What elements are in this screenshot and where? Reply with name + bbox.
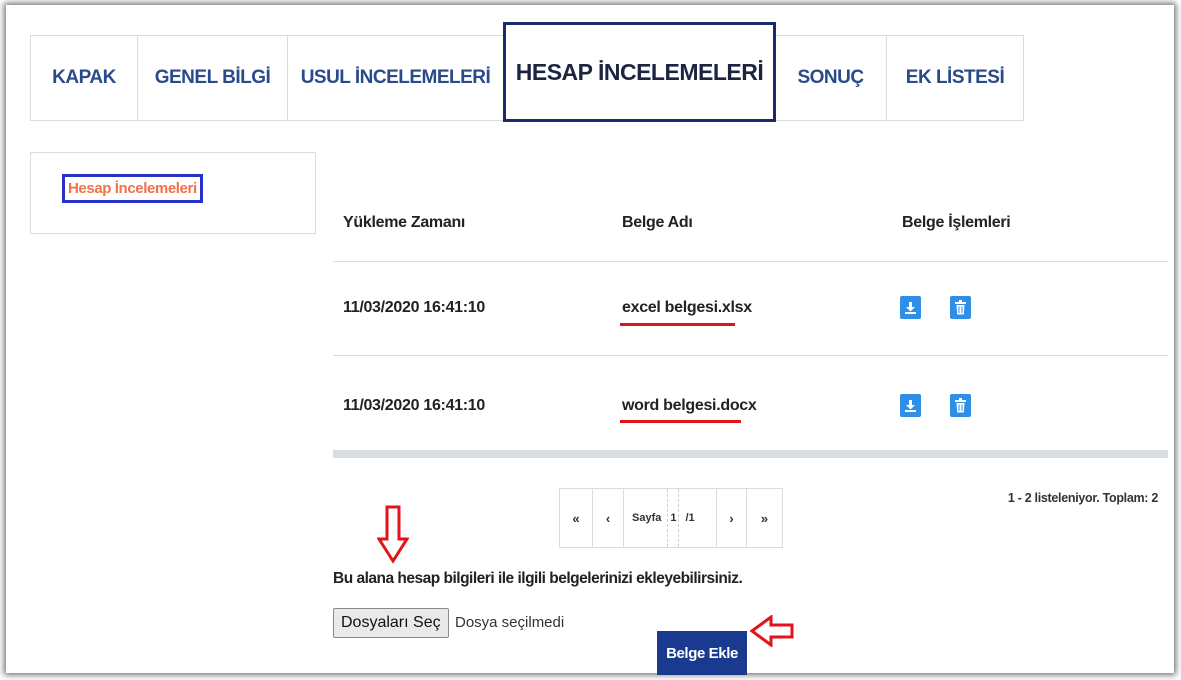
download-icon — [905, 399, 916, 412]
red-underline-annotation — [620, 420, 741, 423]
tab-ek-listesi[interactable]: EK LİSTESİ — [887, 36, 1023, 120]
next-page-button[interactable]: › — [717, 489, 747, 547]
column-header-document-name: Belge Adı — [622, 214, 693, 231]
sidebar: Hesap İncelemeleri — [30, 152, 316, 234]
total-pages: /1 — [685, 512, 695, 524]
prev-page-button[interactable]: ‹ — [593, 489, 624, 547]
table-divider — [333, 355, 1168, 356]
delete-button[interactable] — [950, 394, 971, 417]
page-label: Sayfa — [632, 512, 662, 524]
sidebar-item-hesap-incelemeleri[interactable]: Hesap İncelemeleri — [62, 174, 203, 203]
tab-bar: KAPAK GENEL BİLGİ USUL İNCELEMELERİ HESA… — [30, 22, 1024, 122]
red-arrow-down-icon — [377, 505, 409, 564]
red-underline-annotation — [620, 323, 735, 326]
table-divider — [333, 261, 1168, 262]
download-icon — [905, 301, 916, 314]
column-header-document-actions: Belge İşlemleri — [902, 214, 1011, 231]
add-document-button[interactable]: Belge Ekle — [657, 631, 747, 675]
trash-icon — [955, 300, 966, 315]
tab-sonuc[interactable]: SONUÇ — [775, 36, 887, 120]
current-page-input[interactable]: 1 — [667, 489, 680, 547]
listing-summary: 1 - 2 listeleniyor. Toplam: 2 — [1007, 491, 1158, 505]
download-button[interactable] — [900, 296, 921, 319]
first-page-button[interactable]: « — [560, 489, 593, 547]
choose-files-button[interactable]: Dosyaları Seç — [333, 608, 449, 638]
page-indicator: Sayfa 1 /1 — [624, 489, 717, 547]
last-page-button[interactable]: » — [747, 489, 782, 547]
column-header-upload-time: Yükleme Zamanı — [343, 214, 466, 231]
tab-kapak[interactable]: KAPAK — [31, 36, 138, 120]
tab-hesap-incelemeleri[interactable]: HESAP İNCELEMELERİ — [503, 22, 776, 122]
document-name-link[interactable]: word belgesi.docx — [622, 397, 757, 415]
pagination: « ‹ Sayfa 1 /1 › » — [559, 488, 783, 548]
file-status-text: Dosya seçilmedi — [455, 614, 565, 631]
document-name-link[interactable]: excel belgesi.xlsx — [622, 299, 752, 317]
upload-info-text: Bu alana hesap bilgileri ile ilgili belg… — [333, 570, 743, 587]
table-bottom-bar — [333, 450, 1168, 458]
upload-time: 11/03/2020 16:41:10 — [343, 299, 485, 316]
delete-button[interactable] — [950, 296, 971, 319]
download-button[interactable] — [900, 394, 921, 417]
upload-time: 11/03/2020 16:41:10 — [343, 397, 485, 414]
tab-usul-incelemeleri[interactable]: USUL İNCELEMELERİ — [288, 36, 504, 120]
tab-genel-bilgi[interactable]: GENEL BİLGİ — [138, 36, 288, 120]
red-arrow-left-icon — [749, 615, 794, 647]
trash-icon — [955, 398, 966, 413]
